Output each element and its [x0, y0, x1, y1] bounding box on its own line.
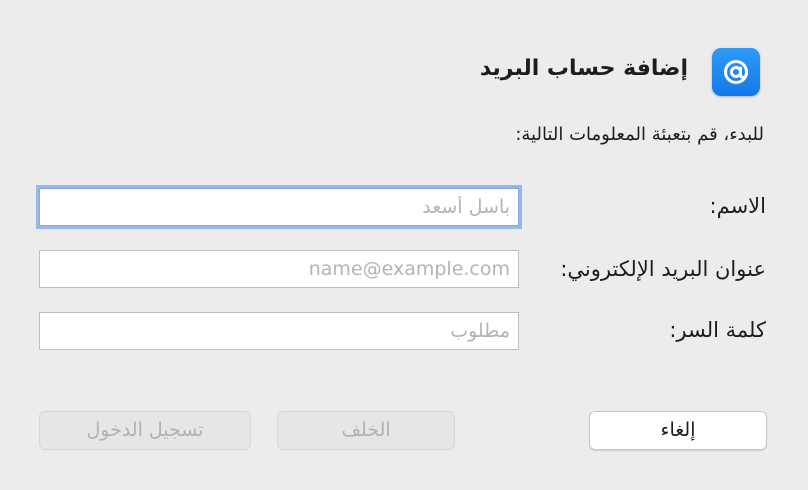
add-mail-account-dialog: إضافة حساب البريد للبدء، قم بتعبئة المعل…: [0, 0, 808, 490]
name-label: الاسم:: [709, 194, 766, 218]
at-sign-icon: [712, 48, 760, 96]
back-button[interactable]: الخلف: [277, 411, 455, 450]
sign-in-button[interactable]: تسجيل الدخول: [39, 411, 251, 450]
dialog-subtitle: للبدء، قم بتعبئة المعلومات التالية:: [515, 124, 764, 145]
password-input[interactable]: [39, 312, 519, 350]
name-input[interactable]: [39, 188, 519, 226]
dialog-title: إضافة حساب البريد: [479, 56, 688, 81]
email-input[interactable]: [39, 250, 519, 288]
email-label: عنوان البريد الإلكتروني:: [560, 257, 766, 281]
password-label: كلمة السر:: [669, 318, 766, 342]
cancel-button[interactable]: إلغاء: [589, 411, 767, 450]
